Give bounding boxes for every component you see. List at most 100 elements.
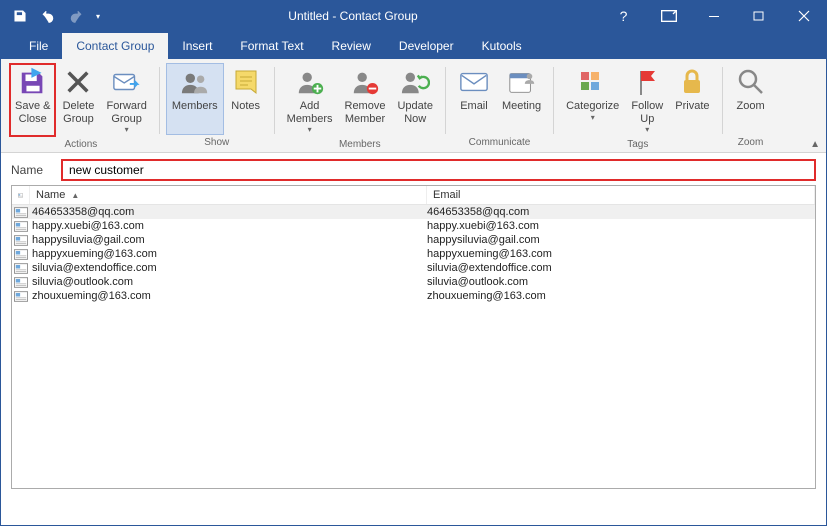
add-members-label: Add Members <box>287 100 333 125</box>
table-row[interactable]: zhouxueming@163.comzhouxueming@163.com <box>12 289 815 303</box>
ribbon: Save & Close Delete Group Forward Group … <box>1 59 826 153</box>
contact-card-icon <box>12 234 30 246</box>
table-row[interactable]: siluvia@outlook.comsiluvia@outlook.com <box>12 275 815 289</box>
table-row[interactable]: happy.xuebi@163.comhappy.xuebi@163.com <box>12 219 815 233</box>
update-now-icon <box>399 66 431 98</box>
contact-card-icon <box>12 206 30 218</box>
contact-card-icon <box>12 276 30 288</box>
forward-icon <box>111 66 143 98</box>
ribbon-options-button[interactable] <box>646 1 691 31</box>
row-name: happy.xuebi@163.com <box>30 220 427 232</box>
table-row[interactable]: happysiluvia@gail.comhappysiluvia@gail.c… <box>12 233 815 247</box>
row-email: happysiluvia@gail.com <box>427 234 815 246</box>
contact-card-icon <box>12 262 30 274</box>
tab-contact-group[interactable]: Contact Group <box>62 33 168 59</box>
row-email: happy.xuebi@163.com <box>427 220 815 232</box>
maximize-button[interactable] <box>736 1 781 31</box>
tab-developer[interactable]: Developer <box>385 33 468 59</box>
email-label: Email <box>460 100 488 113</box>
table-row[interactable]: 464653358@qq.com464653358@qq.com <box>12 205 815 219</box>
collapse-ribbon-button[interactable]: ▲ <box>810 139 820 150</box>
window-title: Untitled - Contact Group <box>105 9 601 23</box>
follow-up-button[interactable]: Follow Up ▾ <box>625 63 669 137</box>
members-icon <box>179 66 211 98</box>
follow-up-label: Follow Up <box>631 100 663 125</box>
email-button[interactable]: Email <box>452 63 496 135</box>
row-name: siluvia@outlook.com <box>30 276 427 288</box>
ribbon-group-members: Add Members ▾ Remove Member Update Now M… <box>279 63 441 152</box>
show-group-label: Show <box>166 135 268 152</box>
members-button[interactable]: Members <box>166 63 224 135</box>
ribbon-tabs: File Contact Group Insert Format Text Re… <box>1 31 826 59</box>
categorize-icon <box>577 66 609 98</box>
qat-save-button[interactable] <box>7 3 33 29</box>
row-name: happysiluvia@gail.com <box>30 234 427 246</box>
name-input[interactable] <box>61 159 816 181</box>
qat-redo-button[interactable] <box>63 3 89 29</box>
minimize-button[interactable] <box>691 1 736 31</box>
list-header-email[interactable]: Email <box>427 186 815 204</box>
notes-icon <box>230 66 262 98</box>
notes-label: Notes <box>231 100 260 113</box>
contact-card-icon <box>12 248 30 260</box>
private-button[interactable]: Private <box>669 63 715 137</box>
zoom-label: Zoom <box>736 100 764 113</box>
row-name: zhouxueming@163.com <box>30 290 427 302</box>
notes-button[interactable]: Notes <box>224 63 268 135</box>
tab-review[interactable]: Review <box>318 33 385 59</box>
meeting-icon <box>506 66 538 98</box>
lock-icon <box>676 66 708 98</box>
zoom-group-label: Zoom <box>729 135 773 152</box>
row-name: happyxueming@163.com <box>30 248 427 260</box>
communicate-group-label: Communicate <box>452 135 547 152</box>
row-email: zhouxueming@163.com <box>427 290 815 302</box>
forward-group-button[interactable]: Forward Group ▾ <box>100 63 152 137</box>
row-name: 464653358@qq.com <box>30 206 427 218</box>
titlebar: ▾ Untitled - Contact Group ? <box>1 1 826 31</box>
tab-kutools[interactable]: Kutools <box>468 33 536 59</box>
card-icon <box>18 190 23 201</box>
ribbon-group-actions: Save & Close Delete Group Forward Group … <box>7 63 155 152</box>
delete-group-button[interactable]: Delete Group <box>56 63 100 137</box>
update-now-button[interactable]: Update Now <box>391 63 438 137</box>
tags-group-label: Tags <box>560 137 715 154</box>
delete-icon <box>62 66 94 98</box>
tab-insert[interactable]: Insert <box>168 33 226 59</box>
save-close-button[interactable]: Save & Close <box>9 63 56 137</box>
flag-icon <box>631 66 663 98</box>
email-icon <box>458 66 490 98</box>
chevron-down-icon: ▾ <box>591 113 595 122</box>
list-header-name-label: Name <box>36 189 65 201</box>
members-label: Members <box>172 100 218 113</box>
table-row[interactable]: siluvia@extendoffice.comsiluvia@extendof… <box>12 261 815 275</box>
table-row[interactable]: happyxueming@163.comhappyxueming@163.com <box>12 247 815 261</box>
row-email: siluvia@extendoffice.com <box>427 262 815 274</box>
remove-member-label: Remove Member <box>345 100 386 125</box>
magnifier-icon <box>735 66 767 98</box>
categorize-button[interactable]: Categorize ▾ <box>560 63 625 137</box>
add-members-button[interactable]: Add Members ▾ <box>281 63 339 137</box>
close-button[interactable] <box>781 1 826 31</box>
categorize-label: Categorize <box>566 100 619 113</box>
members-group-label: Members <box>281 137 439 154</box>
chevron-down-icon: ▾ <box>308 125 312 134</box>
name-field-row: Name <box>1 153 826 185</box>
zoom-button[interactable]: Zoom <box>729 63 773 135</box>
list-header: Name ▲ Email <box>12 186 815 205</box>
qat-customize-dropdown[interactable]: ▾ <box>91 3 105 29</box>
remove-member-button[interactable]: Remove Member <box>339 63 392 137</box>
ribbon-group-zoom: Zoom Zoom <box>727 63 775 152</box>
list-header-name[interactable]: Name ▲ <box>30 186 427 204</box>
list-header-icon-col[interactable] <box>12 186 30 204</box>
help-button[interactable]: ? <box>601 1 646 31</box>
qat-undo-button[interactable] <box>35 3 61 29</box>
delete-group-label: Delete Group <box>63 100 95 125</box>
ribbon-group-show: Members Notes Show <box>164 63 270 152</box>
meeting-button[interactable]: Meeting <box>496 63 547 135</box>
tab-file[interactable]: File <box>15 33 62 59</box>
tab-format-text[interactable]: Format Text <box>226 33 317 59</box>
save-close-label: Save & Close <box>15 100 50 125</box>
actions-group-label: Actions <box>9 137 153 154</box>
chevron-down-icon: ▾ <box>645 125 649 134</box>
sort-asc-icon: ▲ <box>71 191 79 200</box>
